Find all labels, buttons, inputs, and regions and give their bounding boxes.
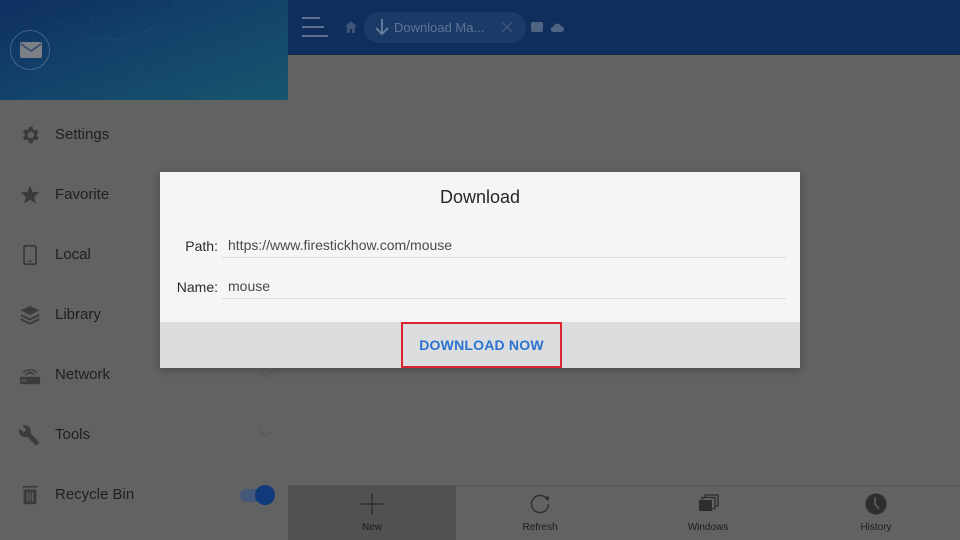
path-field-row: Path: bbox=[160, 232, 800, 260]
dialog-title: Download bbox=[439, 187, 521, 207]
download-now-button[interactable]: DOWNLOAD NOW bbox=[401, 322, 562, 368]
sidebar-item-label: Recycle Bin bbox=[55, 486, 135, 503]
bottom-toolbar: New Refresh Windows History bbox=[288, 485, 960, 540]
tab-label: Download Ma... bbox=[394, 20, 485, 35]
refresh-button[interactable]: Refresh bbox=[456, 486, 624, 540]
sidebar-item-label: Local bbox=[55, 246, 91, 263]
sidebar-item-label: Tools bbox=[55, 426, 91, 443]
layers-icon bbox=[20, 305, 40, 325]
name-label: Name: bbox=[176, 279, 218, 295]
home-icon[interactable] bbox=[344, 20, 358, 34]
path-label: Path: bbox=[185, 238, 218, 254]
hamburger-menu-icon[interactable] bbox=[302, 17, 328, 39]
download-dialog: Download Path: Name: DOWNLOAD NOW bbox=[160, 172, 800, 368]
chevron-down-icon[interactable] bbox=[258, 429, 274, 439]
new-button[interactable]: New bbox=[288, 486, 456, 540]
sidebar-item-label: Network bbox=[55, 366, 111, 383]
toggle-knob bbox=[255, 485, 275, 505]
gear-icon bbox=[22, 126, 39, 144]
history-button[interactable]: History bbox=[792, 486, 960, 540]
mail-icon bbox=[20, 42, 42, 58]
download-arrow-icon bbox=[375, 19, 389, 36]
windows-button[interactable]: Windows bbox=[624, 486, 792, 540]
star-icon bbox=[20, 185, 40, 204]
sidebar-item-recycle-bin[interactable]: Recycle Bin bbox=[0, 465, 288, 525]
sidebar-item-settings[interactable]: Settings bbox=[0, 105, 288, 165]
windows-icon bbox=[699, 494, 719, 511]
wrench-icon bbox=[19, 425, 40, 446]
sidebar-header bbox=[0, 0, 288, 100]
plus-icon bbox=[361, 493, 383, 515]
sidebar-item-label: Library bbox=[55, 306, 101, 323]
button-label: Refresh bbox=[522, 522, 558, 533]
clock-icon bbox=[865, 493, 887, 515]
tab-download-manager[interactable]: Download Ma... bbox=[364, 12, 526, 43]
sidebar-item-label: Favorite bbox=[55, 186, 110, 203]
refresh-icon bbox=[530, 494, 550, 514]
trash-icon bbox=[22, 485, 38, 505]
top-bar: Download Ma... bbox=[288, 0, 960, 55]
button-label: History bbox=[860, 522, 892, 533]
name-field-row: Name: bbox=[160, 273, 800, 301]
avatar[interactable] bbox=[10, 30, 50, 70]
phone-icon bbox=[23, 244, 37, 266]
cloud-icon[interactable] bbox=[550, 21, 564, 33]
path-input[interactable] bbox=[222, 232, 786, 258]
recycle-bin-toggle[interactable] bbox=[240, 483, 276, 507]
sidebar-item-label: Settings bbox=[55, 126, 110, 143]
chevron-down-icon[interactable] bbox=[258, 369, 274, 379]
chat-icon[interactable] bbox=[531, 22, 543, 32]
sidebar-item-tools[interactable]: Tools bbox=[0, 405, 288, 465]
name-input[interactable] bbox=[222, 273, 786, 299]
router-icon bbox=[19, 369, 41, 385]
dialog-footer: DOWNLOAD NOW bbox=[160, 322, 800, 368]
button-label: Windows bbox=[687, 522, 729, 533]
button-label: New bbox=[361, 522, 382, 533]
close-icon[interactable] bbox=[500, 20, 514, 34]
